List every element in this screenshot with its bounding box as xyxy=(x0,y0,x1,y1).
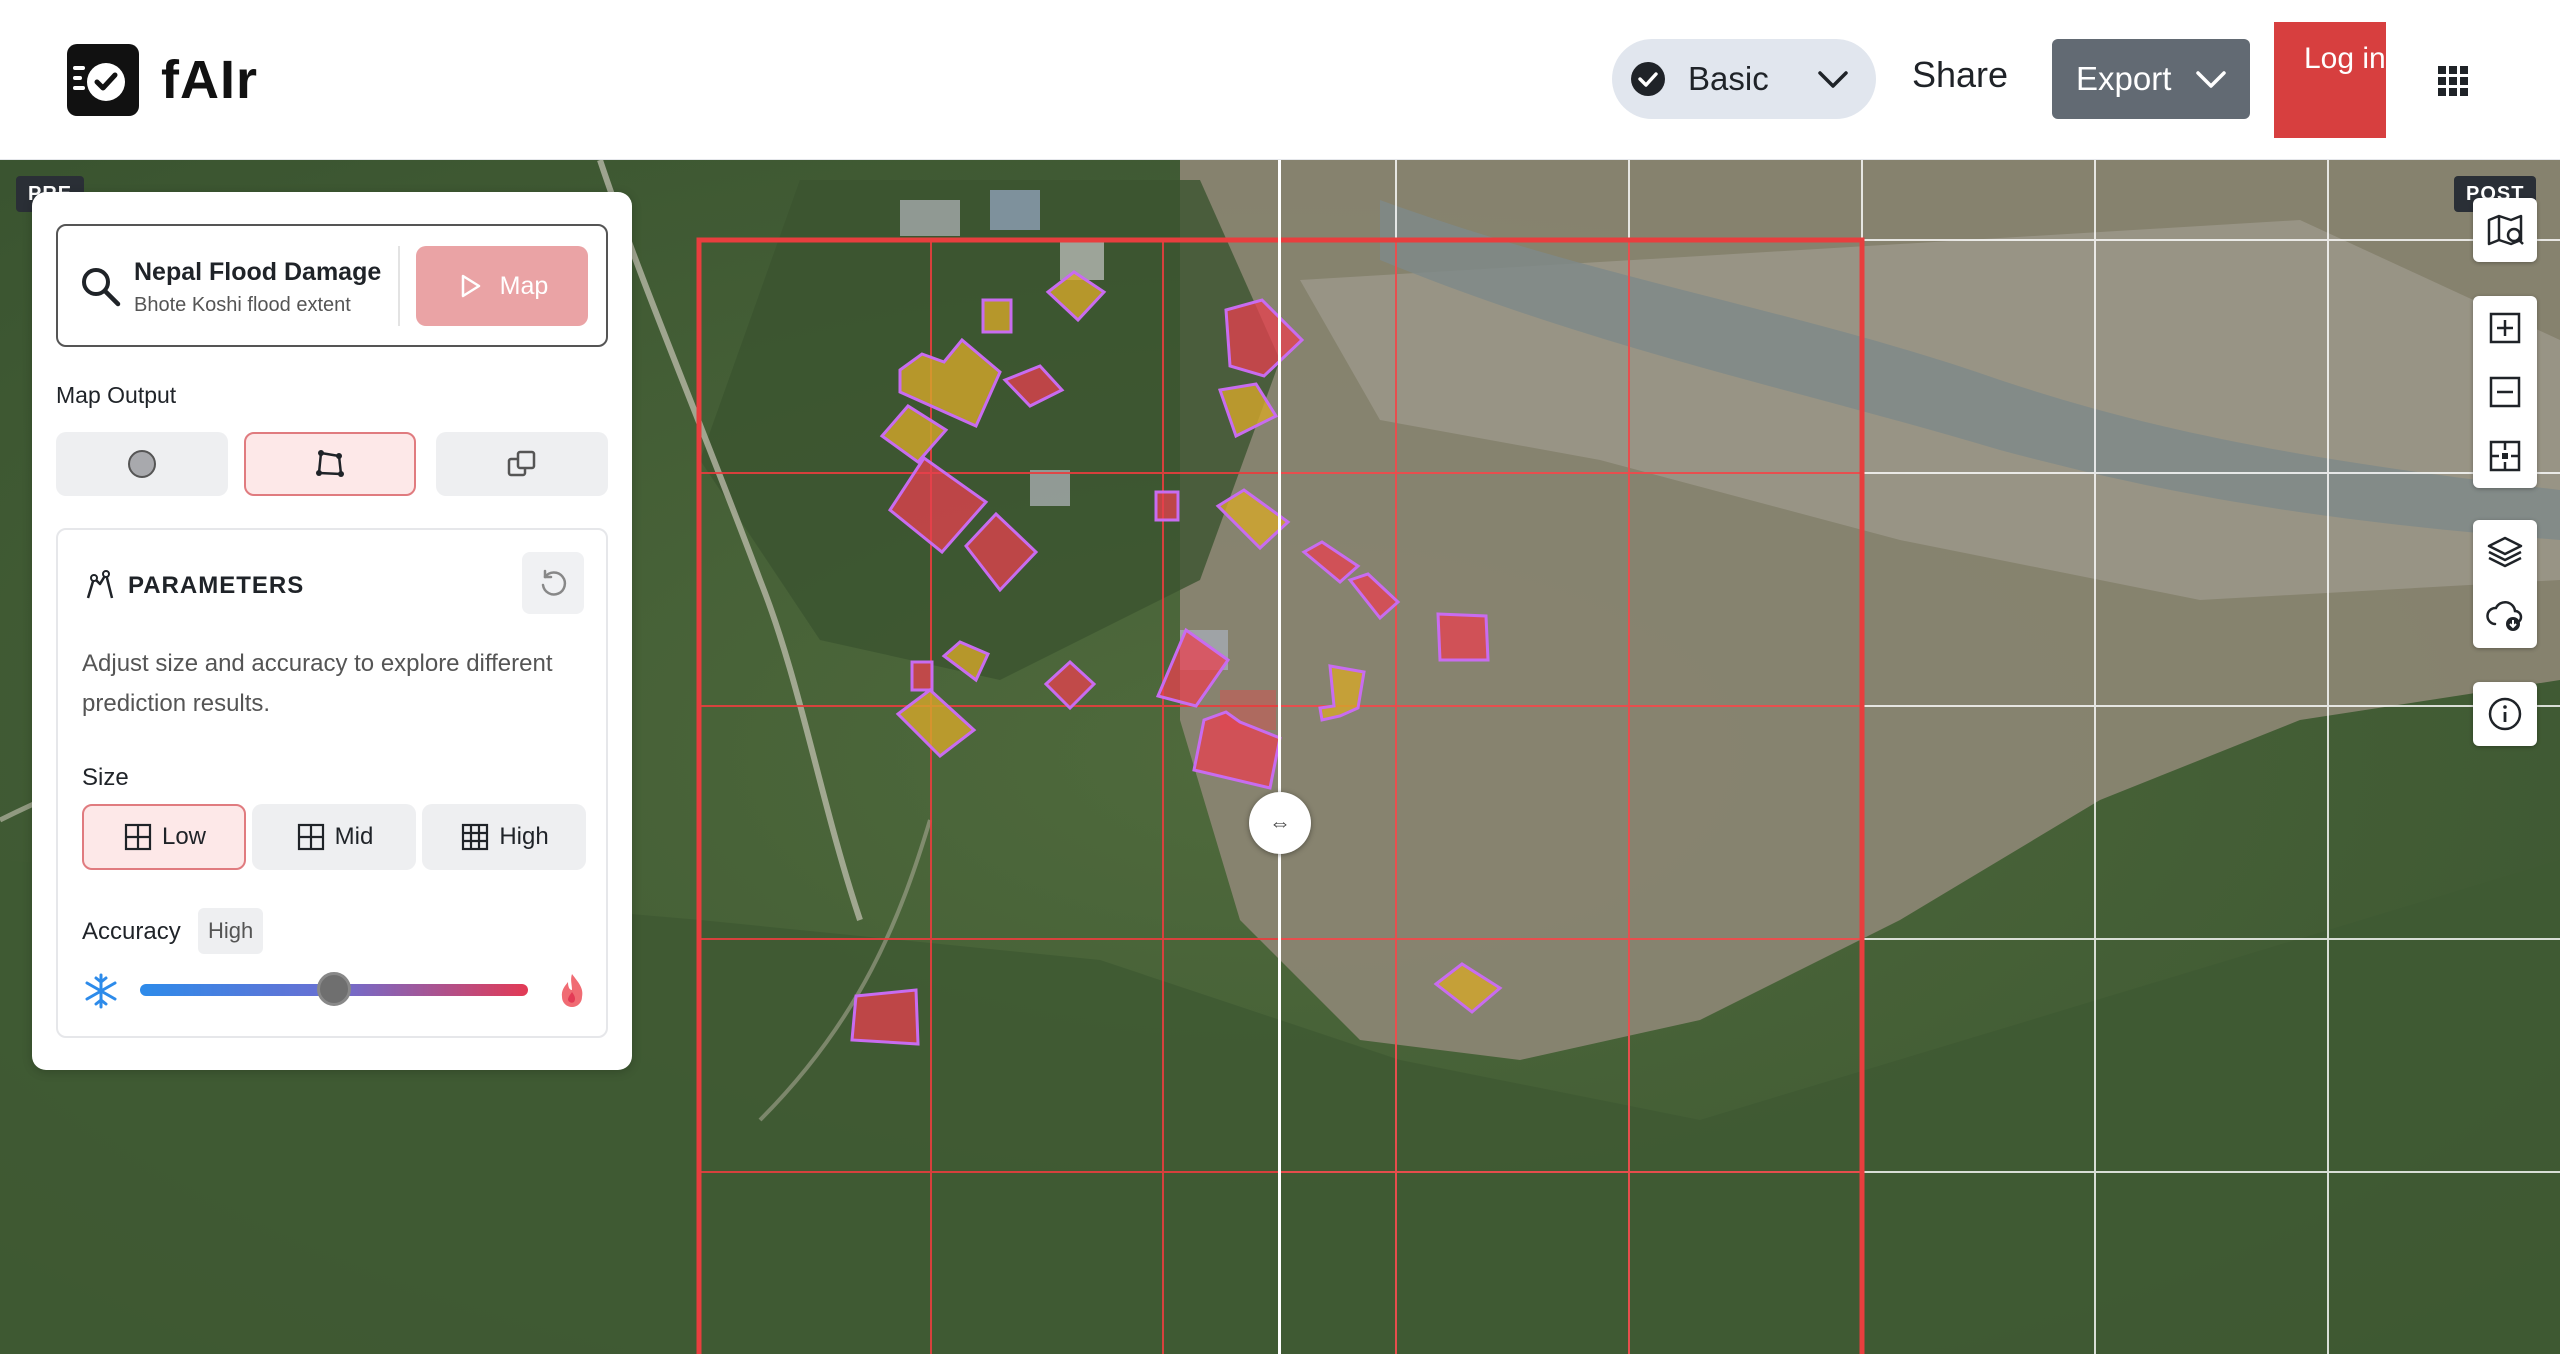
chevron-down-icon xyxy=(2196,71,2226,88)
parameters-card: PARAMETERS Adjust size and accuracy to e… xyxy=(56,528,608,1038)
logo-icon xyxy=(67,44,139,116)
zoom-in-button[interactable] xyxy=(2473,296,2537,360)
download-icon xyxy=(2486,601,2523,631)
output-merged-button[interactable] xyxy=(436,432,608,496)
swipe-divider[interactable] xyxy=(1278,160,1281,1354)
output-polygons-button[interactable] xyxy=(244,432,416,496)
overlap-icon xyxy=(507,450,536,477)
run-map-button[interactable]: Map xyxy=(416,246,588,326)
layer-controls xyxy=(2473,520,2537,648)
model-title: Nepal Flood Damage xyxy=(134,258,382,286)
divider xyxy=(398,246,400,326)
zoom-controls xyxy=(2473,296,2537,488)
prediction-polygon xyxy=(1154,490,1180,522)
grid-large-icon xyxy=(462,823,489,851)
prediction-polygon xyxy=(850,988,920,1046)
swipe-handle[interactable]: ⇔ xyxy=(1249,792,1311,854)
fire-icon xyxy=(561,974,583,1007)
zoom-out-icon xyxy=(2489,376,2521,408)
map-button-label: Map xyxy=(499,271,549,300)
parameters-description: Adjust size and accuracy to explore diff… xyxy=(82,650,553,717)
map-search-icon xyxy=(2487,214,2524,246)
output-points-button[interactable] xyxy=(56,432,228,496)
accuracy-label: Accuracy xyxy=(82,918,181,945)
prediction-polygon xyxy=(1436,612,1490,662)
size-label: Size xyxy=(82,764,129,791)
size-low-button[interactable]: Low xyxy=(82,804,246,870)
check-circle-icon xyxy=(1631,62,1665,96)
reset-parameters-button[interactable] xyxy=(522,552,584,614)
size-mid-button[interactable]: Mid xyxy=(252,804,416,870)
share-button[interactable]: Share xyxy=(1912,54,2008,96)
export-button[interactable]: Export xyxy=(2052,39,2250,119)
reset-icon xyxy=(541,569,567,596)
layers-icon xyxy=(2487,536,2523,568)
size-low-label: Low xyxy=(161,823,207,850)
zoom-out-button[interactable] xyxy=(2473,360,2537,424)
mode-selector[interactable]: Basic xyxy=(1612,39,1876,119)
export-label: Export xyxy=(2076,60,2172,97)
search-icon xyxy=(82,268,121,307)
size-high-button[interactable]: High xyxy=(422,804,586,870)
accuracy-slider-thumb[interactable] xyxy=(317,972,351,1006)
polygon-icon xyxy=(316,450,344,477)
prediction-polygon xyxy=(910,660,934,692)
model-subtitle: Bhote Koshi flood extent xyxy=(134,294,351,316)
layers-button[interactable] xyxy=(2473,520,2537,584)
info-button[interactable] xyxy=(2473,682,2537,746)
fit-bounds-icon xyxy=(2489,440,2521,472)
info-icon xyxy=(2488,697,2522,731)
login-button[interactable]: Log in xyxy=(2274,22,2386,138)
model-search-box[interactable]: Nepal Flood Damage Bhote Koshi flood ext… xyxy=(56,224,608,347)
app-logo[interactable]: fAIr xyxy=(63,40,258,120)
map-search-control xyxy=(2473,198,2537,262)
app-name: fAIr xyxy=(161,50,258,110)
map-search-button[interactable] xyxy=(2473,198,2537,262)
size-mid-label: Mid xyxy=(334,823,374,850)
fit-bounds-button[interactable] xyxy=(2473,424,2537,488)
zoom-in-icon xyxy=(2489,312,2521,344)
chevron-down-icon xyxy=(1818,71,1848,88)
download-button[interactable] xyxy=(2473,584,2537,648)
map-output-label: Map Output xyxy=(56,382,177,408)
mode-label: Basic xyxy=(1688,60,1769,97)
prediction-polygon xyxy=(981,298,1013,334)
parameters-icon xyxy=(86,570,114,599)
snowflake-icon xyxy=(85,973,117,1009)
grid-medium-icon xyxy=(297,823,324,851)
apps-grid-icon[interactable] xyxy=(2438,66,2468,96)
accuracy-value-badge: High xyxy=(198,908,264,954)
parameters-title: PARAMETERS xyxy=(128,572,305,599)
grid-small-icon xyxy=(124,823,152,851)
top-header: fAIr Basic Share Export Log in xyxy=(0,0,2560,160)
info-control xyxy=(2473,682,2537,746)
side-panel: Nepal Flood Damage Bhote Koshi flood ext… xyxy=(32,192,632,1070)
size-high-label: High xyxy=(499,823,549,850)
circle-icon xyxy=(128,450,156,478)
play-icon xyxy=(461,274,480,298)
